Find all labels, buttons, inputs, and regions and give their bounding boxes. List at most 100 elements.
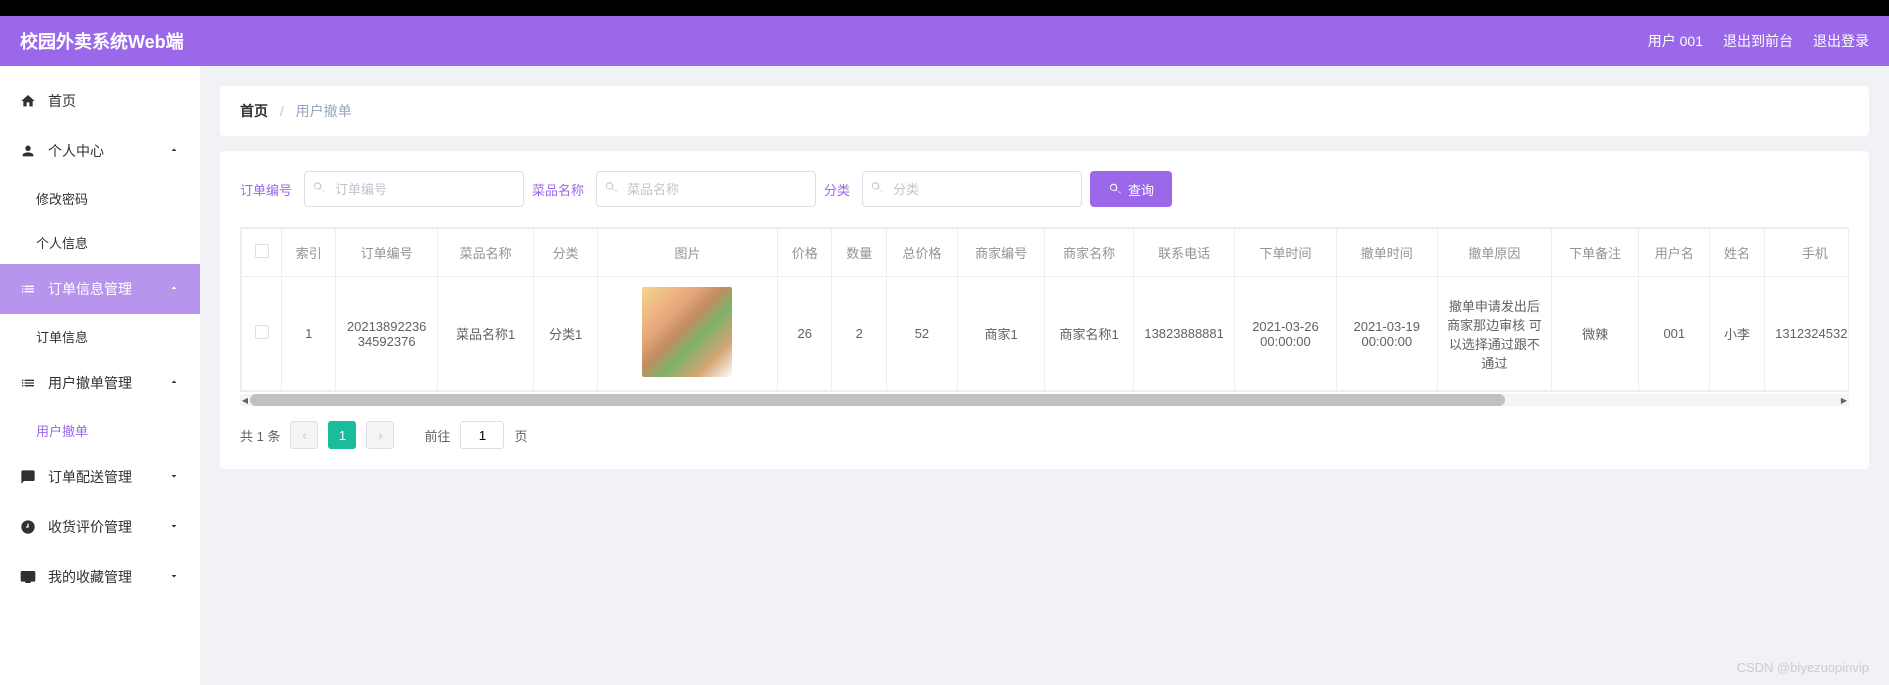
select-all-checkbox[interactable] [255,244,269,258]
sidebar-item-label: 订单配送管理 [48,467,132,487]
query-button-label: 查询 [1128,180,1154,199]
list-icon [20,375,38,391]
chevron-down-icon [168,569,180,585]
sidebar-item-label: 首页 [48,91,76,111]
search-label-cat: 分类 [824,180,850,199]
breadcrumb-current: 用户撤单 [296,103,352,119]
chevron-up-icon [168,143,180,159]
cell-merchant-no: 商家1 [957,277,1044,391]
search-input-order-wrap [304,171,524,207]
sidebar-item-change-pwd[interactable]: 修改密码 [0,176,200,220]
th-user: 用户名 [1639,229,1710,277]
search-icon [870,181,884,198]
sidebar-item-review-mgmt[interactable]: 收货评价管理 [0,502,200,552]
search-input-cat-wrap [862,171,1082,207]
scrollbar-thumb[interactable] [250,394,1505,406]
user-icon [20,143,38,159]
food-image [642,287,732,377]
sidebar-item-label: 订单信息管理 [48,279,132,299]
header-right: 用户 001 退出到前台 退出登录 [1648,31,1869,51]
th-cat: 分类 [534,229,598,277]
th-merchant-name: 商家名称 [1045,229,1134,277]
pagination-total: 共 1 条 [240,426,280,445]
row-checkbox[interactable] [255,325,269,339]
cell-idx: 1 [282,277,336,391]
sidebar-item-label: 个人信息 [36,233,88,252]
chat-icon [20,469,38,485]
cell-order-time: 2021-03-26 00:00:00 [1235,277,1336,391]
watermark: CSDN @biyezuopinvip [1737,660,1869,675]
cell-qty: 2 [832,277,886,391]
data-table: 索引 订单编号 菜品名称 分类 图片 价格 数量 总价格 商家编号 商家名称 联… [241,228,1849,391]
horizontal-scrollbar[interactable]: ◀ ▶ [240,394,1849,406]
next-page-button[interactable]: › [366,421,394,449]
sidebar-item-label: 用户撤单 [36,421,88,440]
query-button[interactable]: 查询 [1090,171,1172,207]
table-wrapper: 索引 订单编号 菜品名称 分类 图片 价格 数量 总价格 商家编号 商家名称 联… [240,227,1849,392]
th-total: 总价格 [886,229,957,277]
cell-merchant-name: 商家名称1 [1045,277,1134,391]
cell-cancel-reason: 撤单申请发出后 商家那边审核 可以选择通过跟不通过 [1437,277,1551,391]
th-image: 图片 [597,229,777,277]
current-user[interactable]: 用户 001 [1648,31,1703,51]
cell-dish: 菜品名称1 [437,277,534,391]
th-phone: 联系电话 [1133,229,1234,277]
home-icon [20,93,38,109]
to-front-link[interactable]: 退出到前台 [1723,31,1793,51]
cell-price: 26 [777,277,831,391]
prev-page-button[interactable]: ‹ [290,421,318,449]
breadcrumb-home[interactable]: 首页 [240,103,268,119]
page-1-button[interactable]: 1 [328,421,356,449]
sidebar-item-label: 个人中心 [48,141,104,161]
th-remark: 下单备注 [1551,229,1638,277]
search-label-order: 订单编号 [240,180,292,199]
sidebar-item-cancel[interactable]: 用户撤单 [0,408,200,452]
search-icon [604,181,618,198]
th-cancel-reason: 撤单原因 [1437,229,1551,277]
breadcrumb: 首页 / 用户撤单 [220,86,1869,136]
list-icon [20,281,38,297]
breadcrumb-separator: / [280,103,284,119]
scroll-right-arrow[interactable]: ▶ [1839,394,1849,406]
th-cancel-time: 撤单时间 [1336,229,1437,277]
sidebar-item-cancel-mgmt[interactable]: 用户撤单管理 [0,358,200,408]
th-qty: 数量 [832,229,886,277]
th-mobile: 手机 [1764,229,1849,277]
search-input-order[interactable] [304,171,524,207]
sidebar-item-favorite-mgmt[interactable]: 我的收藏管理 [0,552,200,602]
th-merchant-no: 商家编号 [957,229,1044,277]
goto-label-suffix: 页 [514,426,527,445]
sidebar-item-label: 我的收藏管理 [48,567,132,587]
scroll-left-arrow[interactable]: ◀ [240,394,250,406]
search-input-dish[interactable] [596,171,816,207]
sidebar-item-order-info[interactable]: 订单信息 [0,314,200,358]
cell-total: 52 [886,277,957,391]
goto-label-prefix: 前往 [424,426,450,445]
search-input-cat[interactable] [862,171,1082,207]
search-icon [312,181,326,198]
sidebar-item-personal-info[interactable]: 个人信息 [0,220,200,264]
cell-order-no: 2021389223634592376 [336,277,437,391]
cell-cancel-time: 2021-03-19 00:00:00 [1336,277,1437,391]
chevron-up-icon [168,375,180,391]
sidebar-item-home[interactable]: 首页 [0,76,200,126]
main-content: 首页 / 用户撤单 订单编号 菜品名称 分类 [200,66,1889,685]
logout-link[interactable]: 退出登录 [1813,31,1869,51]
header: 校园外卖系统Web端 用户 001 退出到前台 退出登录 [0,16,1889,66]
sidebar-item-delivery-mgmt[interactable]: 订单配送管理 [0,452,200,502]
th-index: 索引 [282,229,336,277]
sidebar-item-personal[interactable]: 个人中心 [0,126,200,176]
search-icon [1108,182,1122,196]
search-label-dish: 菜品名称 [532,180,584,199]
sidebar-item-order-info-mgmt[interactable]: 订单信息管理 [0,264,200,314]
th-price: 价格 [777,229,831,277]
sidebar-item-label: 收货评价管理 [48,517,132,537]
search-row: 订单编号 菜品名称 分类 查询 [240,171,1849,207]
cell-mobile: 13123245322 [1764,277,1849,391]
goto-page-input[interactable] [460,421,504,449]
chevron-down-icon [168,469,180,485]
search-input-dish-wrap [596,171,816,207]
th-order-time: 下单时间 [1235,229,1336,277]
th-dish: 菜品名称 [437,229,534,277]
table-header-row: 索引 订单编号 菜品名称 分类 图片 价格 数量 总价格 商家编号 商家名称 联… [242,229,1850,277]
